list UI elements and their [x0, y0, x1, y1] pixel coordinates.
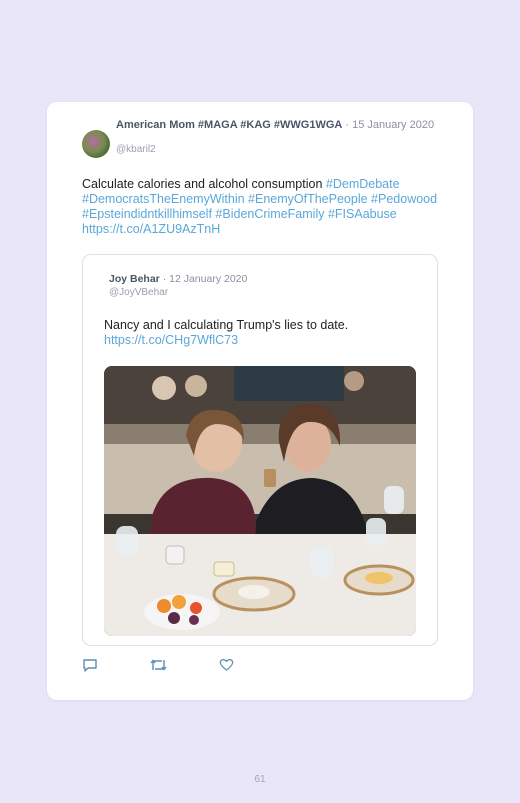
- quoted-text: Nancy and I calculating Trump's lies to …: [104, 318, 424, 348]
- avatar[interactable]: [82, 130, 110, 158]
- quoted-link[interactable]: https://t.co/CHg7WflC73: [104, 333, 238, 347]
- tweet-card: American Mom #MAGA #KAG #WWG1WGA · 15 Ja…: [47, 102, 473, 700]
- author-name[interactable]: American Mom #MAGA #KAG #WWG1WGA: [116, 119, 342, 131]
- retweet-icon[interactable]: [150, 658, 167, 677]
- hashtag[interactable]: #Pedowood: [371, 192, 437, 206]
- hashtag[interactable]: #FISAabuse: [328, 207, 397, 221]
- quoted-handle[interactable]: @JoyVBehar: [109, 287, 168, 298]
- tweet-text-plain: Calculate calories and alcohol consumpti…: [82, 177, 326, 191]
- separator: ·: [159, 273, 170, 285]
- tweet-date[interactable]: 15 January 2020: [352, 119, 434, 131]
- hashtag[interactable]: #DemDebate: [326, 177, 400, 191]
- reply-icon[interactable]: [82, 658, 98, 677]
- tweet-header: American Mom #MAGA #KAG #WWG1WGA · 15 Ja…: [116, 119, 436, 132]
- quoted-photo[interactable]: [104, 366, 416, 636]
- heart-icon[interactable]: [219, 658, 234, 676]
- hashtag[interactable]: #BidenCrimeFamily: [215, 207, 324, 221]
- photo-illustration: [104, 366, 416, 636]
- hashtag[interactable]: #Epsteindidntkillhimself: [82, 207, 212, 221]
- page-number: 61: [254, 774, 266, 785]
- quoted-tweet[interactable]: Joy Behar · 12 January 2020 @JoyVBehar N…: [82, 254, 438, 646]
- quoted-header: Joy Behar · 12 January 2020: [109, 273, 247, 285]
- author-handle[interactable]: @kbaril2: [116, 144, 156, 155]
- tweet-text: Calculate calories and alcohol consumpti…: [82, 177, 442, 237]
- hashtag[interactable]: #EnemyOfThePeople: [248, 192, 368, 206]
- quoted-text-plain: Nancy and I calculating Trump's lies to …: [104, 318, 349, 332]
- hashtag[interactable]: #DemocratsTheEnemyWithin: [82, 192, 245, 206]
- tweet-link[interactable]: https://t.co/A1ZU9AzTnH: [82, 222, 220, 236]
- quoted-author-name[interactable]: Joy Behar: [109, 273, 160, 285]
- separator: ·: [342, 119, 353, 131]
- quoted-date[interactable]: 12 January 2020: [169, 273, 247, 285]
